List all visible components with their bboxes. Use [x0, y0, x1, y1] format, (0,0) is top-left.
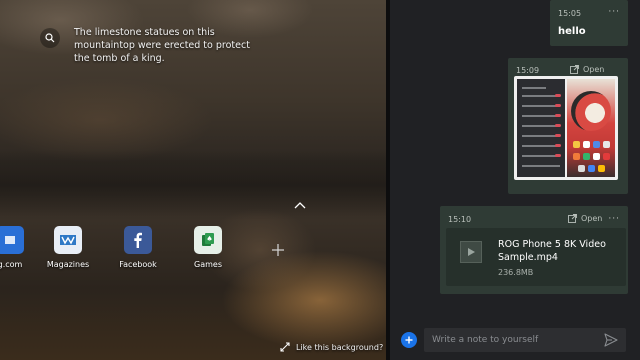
quick-link-magazines[interactable]: Magazines	[36, 226, 100, 269]
background-image-panel: The limestone statues on this mountainto…	[0, 0, 386, 360]
open-external-icon	[568, 214, 577, 223]
message-time: 15:09	[516, 66, 540, 75]
file-name: ROG Phone 5 8K Video Sample.mp4	[498, 239, 606, 263]
file-attachment[interactable]: ROG Phone 5 8K Video Sample.mp4 236.8MB	[446, 228, 626, 286]
screenshot-settings	[517, 79, 565, 177]
open-button[interactable]: Open	[568, 214, 602, 223]
open-label: Open	[581, 214, 603, 223]
open-button[interactable]: Open	[570, 65, 604, 74]
facebook-icon	[124, 226, 152, 254]
note-input[interactable]	[424, 328, 626, 352]
message-bubble[interactable]: 15:05 ··· hello	[550, 0, 628, 46]
quick-link-label: Games	[194, 260, 222, 269]
more-options-icon[interactable]: ···	[608, 214, 620, 224]
open-label: Open	[583, 65, 605, 74]
like-background-label: Like this background?	[296, 342, 384, 352]
message-time: 15:10	[448, 215, 472, 224]
expand-icon	[280, 342, 290, 352]
file-size: 236.8MB	[498, 268, 534, 277]
quick-link-facebook[interactable]: Facebook	[106, 226, 170, 269]
quick-link-games[interactable]: ♠ Games	[176, 226, 240, 269]
fact-text: The limestone statues on this mountainto…	[74, 27, 250, 64]
open-external-icon	[570, 65, 579, 74]
svg-text:♠: ♠	[206, 235, 212, 243]
background-reflection	[0, 150, 386, 220]
video-file-icon	[460, 241, 482, 263]
message-bubble[interactable]: 15:10 Open ··· ROG Phone 5 8K Video Samp…	[440, 206, 628, 294]
site-icon	[0, 226, 24, 254]
image-attachment[interactable]	[514, 76, 618, 180]
note-composer	[390, 320, 640, 360]
quick-link-label: Magazines	[46, 260, 90, 269]
background-fact[interactable]: The limestone statues on this mountainto…	[40, 26, 260, 65]
notes-chat-panel: 15:05 ··· hello 15:09 Open 15:10 Open ··…	[390, 0, 640, 360]
message-time: 15:05	[558, 9, 582, 18]
quick-link-label: Facebook	[119, 260, 157, 269]
plus-icon	[405, 336, 413, 344]
search-icon[interactable]	[40, 28, 60, 48]
games-icon: ♠	[194, 226, 222, 254]
like-background-link[interactable]: Like this background?	[280, 342, 383, 352]
screenshot-home	[567, 79, 615, 177]
quick-links: g.com Magazines Facebook ♠ Games	[0, 226, 386, 276]
message-text: hello	[558, 26, 586, 37]
message-bubble[interactable]: 15:09 Open	[508, 58, 628, 194]
magazines-icon	[54, 226, 82, 254]
more-options-icon[interactable]: ···	[608, 7, 620, 17]
send-icon[interactable]	[604, 333, 618, 347]
chevron-up-icon[interactable]	[292, 200, 308, 212]
add-shortcut-icon[interactable]	[268, 240, 288, 260]
add-attachment-button[interactable]	[401, 332, 417, 348]
